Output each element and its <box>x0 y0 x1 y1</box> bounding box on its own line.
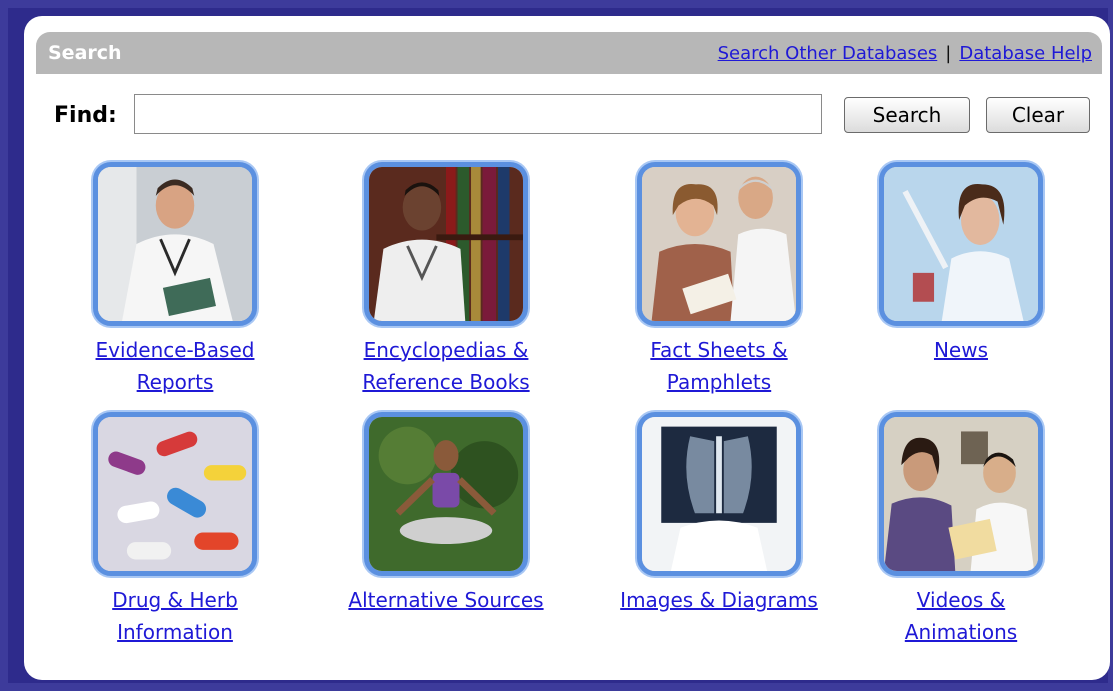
drug-herb-link-line2[interactable]: Information <box>40 616 310 648</box>
tile-label: Evidence-Based Reports <box>40 334 310 398</box>
pills-photo-icon[interactable] <box>93 412 257 576</box>
lab-scientist-photo-icon[interactable] <box>879 162 1043 326</box>
xray-photo-icon[interactable] <box>637 412 801 576</box>
news-link[interactable]: News <box>826 334 1096 366</box>
tile-label: Alternative Sources <box>311 584 581 616</box>
alternative-sources-link[interactable]: Alternative Sources <box>311 584 581 616</box>
tile-alternative-sources: Alternative Sources <box>311 412 581 616</box>
find-row: Find: Search Clear <box>54 94 1104 136</box>
tile-label: Drug & Herb Information <box>40 584 310 648</box>
tile-images-diagrams: Images & Diagrams <box>584 412 854 616</box>
doctor-patient-photo-icon[interactable] <box>879 412 1043 576</box>
drug-herb-link-line1[interactable]: Drug & Herb <box>40 584 310 616</box>
evidence-based-reports-link-line2[interactable]: Reports <box>40 366 310 398</box>
search-panel: Search Search Other Databases | Database H… <box>24 16 1110 680</box>
find-input[interactable] <box>134 94 822 134</box>
database-help-link[interactable]: Database Help <box>959 43 1092 64</box>
link-separator: | <box>945 43 952 64</box>
tile-label: Images & Diagrams <box>584 584 854 616</box>
fact-sheets-link-line2[interactable]: Pamphlets <box>584 366 854 398</box>
tile-label: Fact Sheets & Pamphlets <box>584 334 854 398</box>
fact-sheets-link-line1[interactable]: Fact Sheets & <box>584 334 854 366</box>
patient-pamphlet-photo-icon[interactable] <box>637 162 801 326</box>
search-button[interactable]: Search <box>844 97 970 133</box>
search-other-databases-link[interactable]: Search Other Databases <box>718 43 938 64</box>
tile-fact-sheets: Fact Sheets & Pamphlets <box>584 162 854 398</box>
tile-label: News <box>826 334 1096 366</box>
doctor-bookshelf-photo-icon[interactable] <box>364 162 528 326</box>
encyclopedias-link-line1[interactable]: Encyclopedias & <box>311 334 581 366</box>
images-diagrams-link[interactable]: Images & Diagrams <box>584 584 854 616</box>
encyclopedias-link-line2[interactable]: Reference Books <box>311 366 581 398</box>
category-grid: Evidence-Based Reports Encyclopedias & R… <box>24 162 1110 662</box>
panel-header: Search Search Other Databases | Database H… <box>36 32 1102 74</box>
find-label: Find: <box>54 103 117 128</box>
tile-encyclopedias: Encyclopedias & Reference Books <box>311 162 581 398</box>
tile-label: Encyclopedias & Reference Books <box>311 334 581 398</box>
meditation-photo-icon[interactable] <box>364 412 528 576</box>
evidence-based-reports-link-line1[interactable]: Evidence-Based <box>40 334 310 366</box>
videos-animations-link-line2[interactable]: Animations <box>826 616 1096 648</box>
tile-drug-herb: Drug & Herb Information <box>40 412 310 648</box>
tile-label: Videos & Animations <box>826 584 1096 648</box>
doctor-clipboard-photo-icon[interactable] <box>93 162 257 326</box>
tile-videos-animations: Videos & Animations <box>826 412 1096 648</box>
header-links: Search Other Databases | Database Help <box>718 43 1092 64</box>
tile-news: News <box>826 162 1096 366</box>
panel-title: Search <box>48 42 122 64</box>
clear-button[interactable]: Clear <box>986 97 1090 133</box>
videos-animations-link-line1[interactable]: Videos & <box>826 584 1096 616</box>
tile-evidence-based-reports: Evidence-Based Reports <box>40 162 310 398</box>
